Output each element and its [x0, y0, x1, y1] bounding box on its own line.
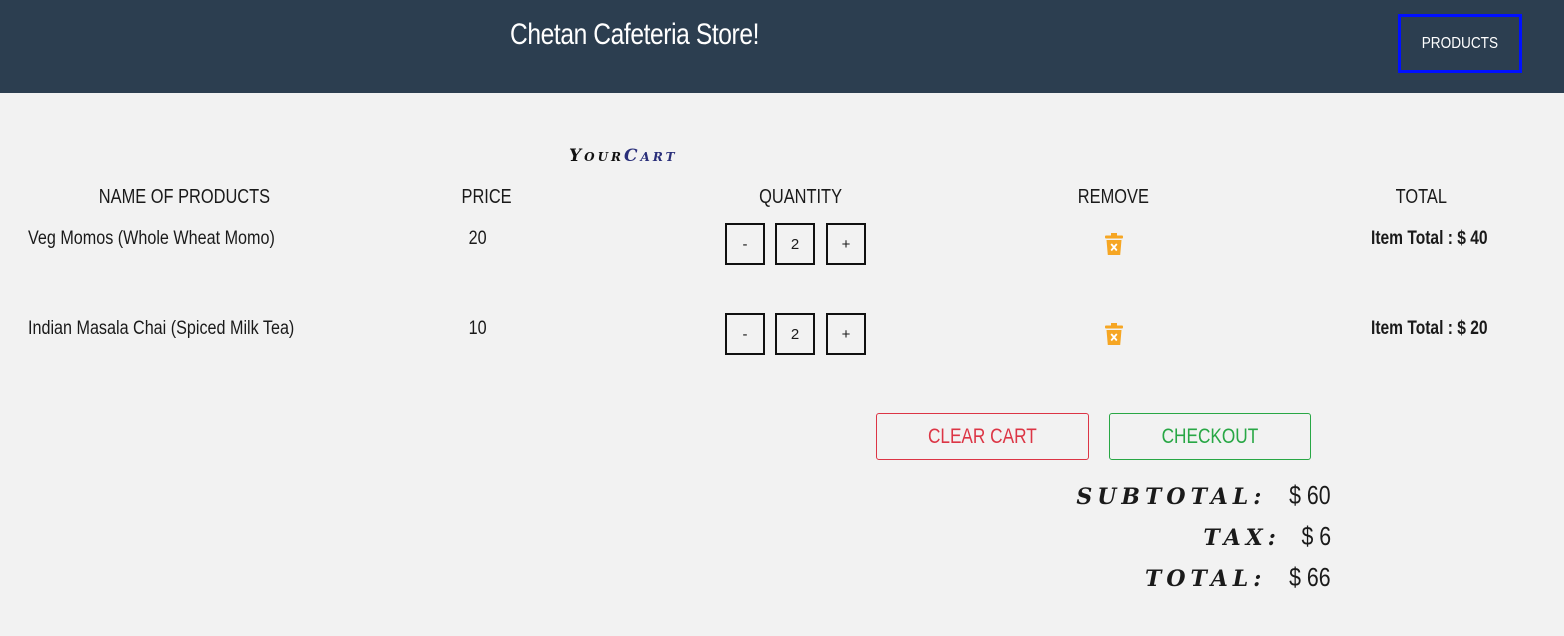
column-header-price: PRICE [461, 186, 512, 208]
products-button-label: PRODUCTS [1421, 34, 1499, 52]
total-label: Total: [1145, 566, 1267, 592]
clear-cart-label: CLEAR CART [928, 424, 1037, 448]
subtotal-value: $ 60 [1289, 480, 1331, 510]
column-header-total: TOTAL [1395, 186, 1447, 208]
increment-button[interactable]: + [826, 313, 866, 355]
subtotal-label: Subtotal: [1076, 484, 1267, 510]
top-navbar: Chetan Cafeteria Store! PRODUCTS [0, 0, 1564, 93]
product-name: Veg Momos (Whole Wheat Momo) [28, 228, 275, 249]
item-total: Item Total : $ 40 [1371, 228, 1488, 249]
column-header-remove: REMOVE [1077, 186, 1149, 208]
column-header-quantity: QUANTITY [759, 186, 843, 208]
tax-label: Tax: [1203, 525, 1281, 551]
cart-heading-word-your: Your [569, 146, 625, 166]
store-title: Chetan Cafeteria Store! [510, 18, 760, 51]
total-value: $ 66 [1289, 562, 1331, 592]
cart-heading: YourCart [569, 146, 678, 166]
tax-value: $ 6 [1301, 521, 1331, 551]
products-button[interactable]: PRODUCTS [1398, 14, 1522, 73]
quantity-field[interactable]: 2 [775, 223, 815, 265]
total-row: Total: $ 66 [1145, 562, 1331, 593]
clear-cart-button[interactable]: CLEAR CART [876, 413, 1089, 460]
increment-button[interactable]: + [826, 223, 866, 265]
product-price: 10 [468, 318, 487, 339]
trash-icon[interactable] [1105, 233, 1123, 255]
product-name: Indian Masala Chai (Spiced Milk Tea) [28, 318, 295, 339]
decrement-button[interactable]: - [725, 313, 765, 355]
quantity-field[interactable]: 2 [775, 313, 815, 355]
item-total: Item Total : $ 20 [1371, 318, 1488, 339]
checkout-label: CHECKOUT [1161, 424, 1259, 448]
tax-row: Tax: $ 6 [1203, 521, 1331, 552]
cart-heading-word-cart: Cart [624, 146, 678, 166]
product-price: 20 [468, 228, 487, 249]
trash-icon[interactable] [1105, 323, 1123, 345]
subtotal-row: Subtotal: $ 60 [1076, 480, 1331, 511]
decrement-button[interactable]: - [725, 223, 765, 265]
column-header-name: NAME OF PRODUCTS [98, 186, 271, 208]
checkout-button[interactable]: CHECKOUT [1109, 413, 1311, 460]
